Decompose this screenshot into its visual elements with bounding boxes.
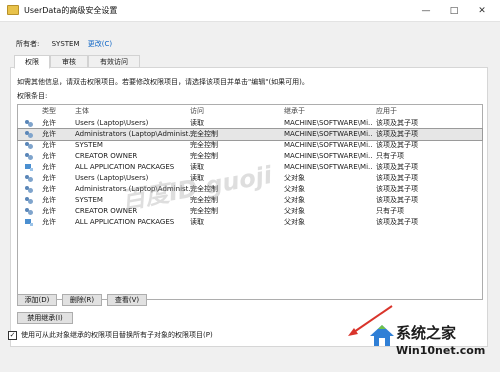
cell-access: 完全控制 [190, 207, 218, 215]
cell-principal: SYSTEM [75, 141, 103, 149]
window-title: UserData的高级安全设置 [24, 6, 118, 15]
column-header-access[interactable]: 访问 [190, 106, 280, 117]
users-icon [25, 197, 34, 204]
table-row[interactable]: 允许 ALL APPLICATION PACKAGES 读取 父对象 该项及其子项 [18, 217, 482, 228]
add-button[interactable]: 添加(D) [17, 294, 57, 306]
table-row[interactable]: 允许 CREATOR OWNER 完全控制 父对象 只有子项 [18, 206, 482, 217]
users-icon [25, 131, 34, 138]
cell-applies-to: 该项及其子项 [376, 174, 418, 182]
cell-type: 允许 [42, 141, 56, 149]
cell-applies-to: 只有子项 [376, 207, 404, 215]
cell-inherited-from: 父对象 [284, 218, 305, 226]
cell-applies-to: 该项及其子项 [376, 185, 418, 193]
cell-type: 允许 [42, 130, 56, 138]
cell-type: 允许 [42, 163, 56, 171]
table-row[interactable]: 允许 Users (Laptop\Users) 读取 MACHINE\SOFTWARE… [18, 118, 482, 129]
cell-applies-to: 该项及其子项 [376, 130, 418, 138]
maximize-button[interactable]: □ [440, 0, 468, 22]
cell-inherited-from: MACHINE\SOFTWARE\Mi... [284, 163, 372, 171]
cell-access: 完全控制 [190, 141, 218, 149]
cell-inherited-from: 父对象 [284, 196, 305, 204]
replace-child-permissions-checkbox[interactable]: ✓ [8, 331, 17, 340]
table-row[interactable]: 允许 SYSTEM 完全控制 父对象 该项及其子项 [18, 195, 482, 206]
cell-access: 读取 [190, 119, 204, 127]
tab-permissions[interactable]: 权限 [14, 55, 50, 69]
cell-type: 允许 [42, 218, 56, 226]
title-bar: UserData的高级安全设置 — □ ✕ [0, 0, 500, 22]
owner-value: SYSTEM [51, 40, 80, 48]
cell-applies-to: 只有子项 [376, 152, 404, 160]
permission-entries-label: 权限条目: [17, 92, 48, 100]
permission-entries-list[interactable]: 类型 主体 访问 继承于 应用于 允许 Users (Laptop\Users) 读… [17, 104, 483, 300]
cell-applies-to: 该项及其子项 [376, 141, 418, 149]
list-header: 类型 主体 访问 继承于 应用于 [18, 106, 482, 117]
table-row[interactable]: 允许 SYSTEM 完全控制 MACHINE\SOFTWARE\Mi... 该项及其子项 [18, 140, 482, 151]
cell-principal: Administrators (Laptop\Administ... [75, 130, 195, 138]
users-icon [25, 175, 34, 182]
cell-inherited-from: MACHINE\SOFTWARE\Mi... [284, 141, 372, 149]
cell-applies-to: 该项及其子项 [376, 119, 418, 127]
owner-row: 所有者: SYSTEM 更改(C) [16, 38, 118, 50]
site-branding: 系统之家 Win10net.com [368, 320, 498, 370]
users-icon [25, 153, 34, 160]
close-button[interactable]: ✕ [468, 0, 496, 22]
users-icon [25, 186, 34, 193]
disable-inheritance-button[interactable]: 禁用继承(I) [17, 312, 73, 324]
remove-button[interactable]: 删除(R) [62, 294, 102, 306]
permissions-panel: 如需其他信息，请双击权限项目。若要修改权限项目，请选择该项目并单击"编辑"(如果… [10, 67, 488, 347]
column-header-inherited-from[interactable]: 继承于 [284, 106, 372, 117]
package-icon [25, 164, 34, 171]
cell-principal: Users (Laptop\Users) [75, 119, 149, 127]
cell-type: 允许 [42, 119, 56, 127]
cell-type: 允许 [42, 196, 56, 204]
column-header-principal[interactable]: 主体 [75, 106, 195, 117]
cell-inherited-from: MACHINE\SOFTWARE\Mi... [284, 119, 372, 127]
folder-icon [7, 5, 19, 15]
cell-applies-to: 该项及其子项 [376, 196, 418, 204]
cell-inherited-from: 父对象 [284, 207, 305, 215]
column-header-type[interactable]: 类型 [42, 106, 68, 117]
users-icon [25, 120, 34, 127]
package-icon [25, 219, 34, 226]
info-text: 如需其他信息，请双击权限项目。若要修改权限项目，请选择该项目并单击"编辑"(如果… [17, 78, 309, 86]
replace-child-permissions-label[interactable]: 使用可从此对象继承的权限项目替换所有子对象的权限项目(P) [21, 330, 213, 341]
cell-applies-to: 该项及其子项 [376, 218, 418, 226]
users-icon [25, 208, 34, 215]
cell-applies-to: 该项及其子项 [376, 163, 418, 171]
change-owner-link[interactable]: 更改(C) [88, 38, 112, 50]
cell-access: 完全控制 [190, 130, 218, 138]
cell-inherited-from: MACHINE\SOFTWARE\Mi... [284, 152, 372, 160]
brand-url: Win10net.com [396, 344, 486, 357]
cell-principal: CREATOR OWNER [75, 152, 138, 160]
cell-type: 允许 [42, 207, 56, 215]
brand-name: 系统之家 [396, 324, 457, 342]
view-button[interactable]: 查看(V) [107, 294, 147, 306]
cell-type: 允许 [42, 152, 56, 160]
house-logo-icon [370, 325, 394, 346]
minimize-button[interactable]: — [412, 0, 440, 22]
cell-inherited-from: 父对象 [284, 185, 305, 193]
cell-inherited-from: MACHINE\SOFTWARE\Mi... [284, 130, 372, 138]
cell-type: 允许 [42, 185, 56, 193]
owner-label: 所有者: [16, 40, 40, 48]
cell-access: 读取 [190, 218, 204, 226]
cell-type: 允许 [42, 174, 56, 182]
table-row[interactable]: 允许 Administrators (Laptop\Administ... 完全控制… [17, 128, 483, 141]
cell-principal: ALL APPLICATION PACKAGES [75, 218, 175, 226]
column-header-applies-to[interactable]: 应用于 [376, 106, 476, 117]
users-icon [25, 142, 34, 149]
cell-inherited-from: 父对象 [284, 174, 305, 182]
